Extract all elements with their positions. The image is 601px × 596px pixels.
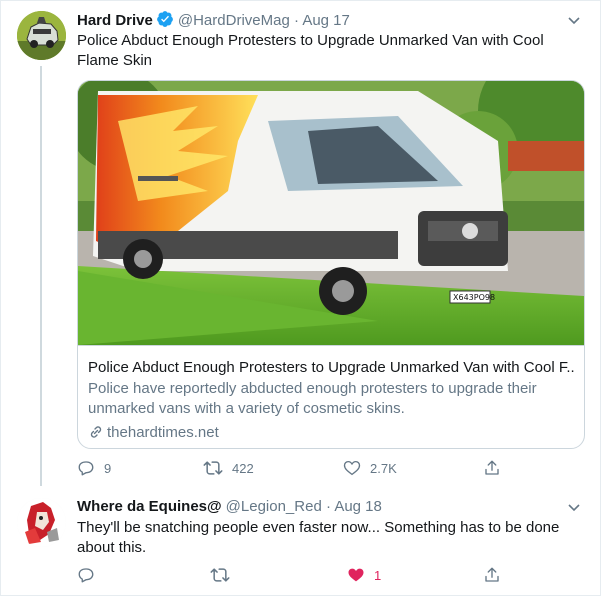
retweet-button[interactable]	[210, 566, 239, 586]
link-card[interactable]: Х643РО98 Police Abduct Enough Protesters…	[77, 80, 585, 449]
retweet-icon	[210, 568, 230, 582]
tweet-text: They'll be snatching people even faster …	[77, 519, 560, 556]
card-domain-text: thehardtimes.net	[107, 424, 219, 441]
chevron-down-icon[interactable]	[566, 12, 582, 28]
reply-icon	[78, 461, 94, 476]
card-title[interactable]: Police Abduct Enough Protesters to Upgra…	[88, 358, 574, 378]
display-name[interactable]: Hard Drive	[77, 12, 153, 29]
chevron-down-icon[interactable]	[566, 499, 582, 515]
retweet-icon	[203, 461, 223, 475]
link-icon	[90, 426, 102, 438]
like-count: 1	[374, 568, 382, 583]
share-button[interactable]	[483, 459, 510, 479]
card-body[interactable]: Police Abduct Enough Protesters to Upgra…	[78, 345, 584, 448]
reply-icon	[78, 568, 94, 583]
like-button[interactable]: 2.7K	[343, 459, 397, 479]
user-handle[interactable]: @Legion_Red	[226, 498, 322, 515]
tweet-text: Police Abduct Enough Protesters to Upgra…	[77, 32, 544, 69]
like-icon	[343, 460, 361, 476]
tweet-header: Where da Equines@ @Legion_Red · Aug 18	[77, 497, 382, 517]
like-button[interactable]: 1	[347, 566, 381, 586]
reply-button[interactable]: 9	[77, 459, 111, 479]
share-icon	[485, 460, 499, 475]
separator-dot: ·	[325, 498, 331, 515]
tweet-date[interactable]: Aug 17	[302, 12, 350, 29]
share-icon	[485, 567, 499, 582]
avatar[interactable]	[17, 11, 66, 60]
card-image[interactable]: Х643РО98	[78, 81, 584, 345]
retweet-count: 422	[232, 461, 254, 476]
tweet-actions: 9 422 2.7K	[77, 459, 507, 479]
card-domain[interactable]: thehardtimes.net	[88, 423, 219, 443]
reply-button[interactable]	[77, 566, 104, 586]
avatar[interactable]	[17, 498, 66, 547]
card-description: Police have reportedly abducted enough p…	[88, 380, 537, 417]
reply-count: 9	[104, 461, 112, 476]
share-button[interactable]	[483, 566, 510, 586]
retweet-button[interactable]: 422	[203, 459, 254, 479]
tweet-actions: 1	[77, 566, 507, 586]
like-count: 2.7K	[370, 461, 397, 476]
display-name[interactable]: Where da Equines@	[77, 498, 222, 515]
separator-dot: ·	[293, 12, 299, 29]
thread-connector-line	[40, 66, 42, 486]
like-icon	[348, 568, 364, 582]
license-plate: Х643РО98	[453, 293, 495, 302]
user-handle[interactable]: @HardDriveMag	[178, 12, 290, 29]
tweet-date[interactable]: Aug 18	[334, 498, 382, 515]
